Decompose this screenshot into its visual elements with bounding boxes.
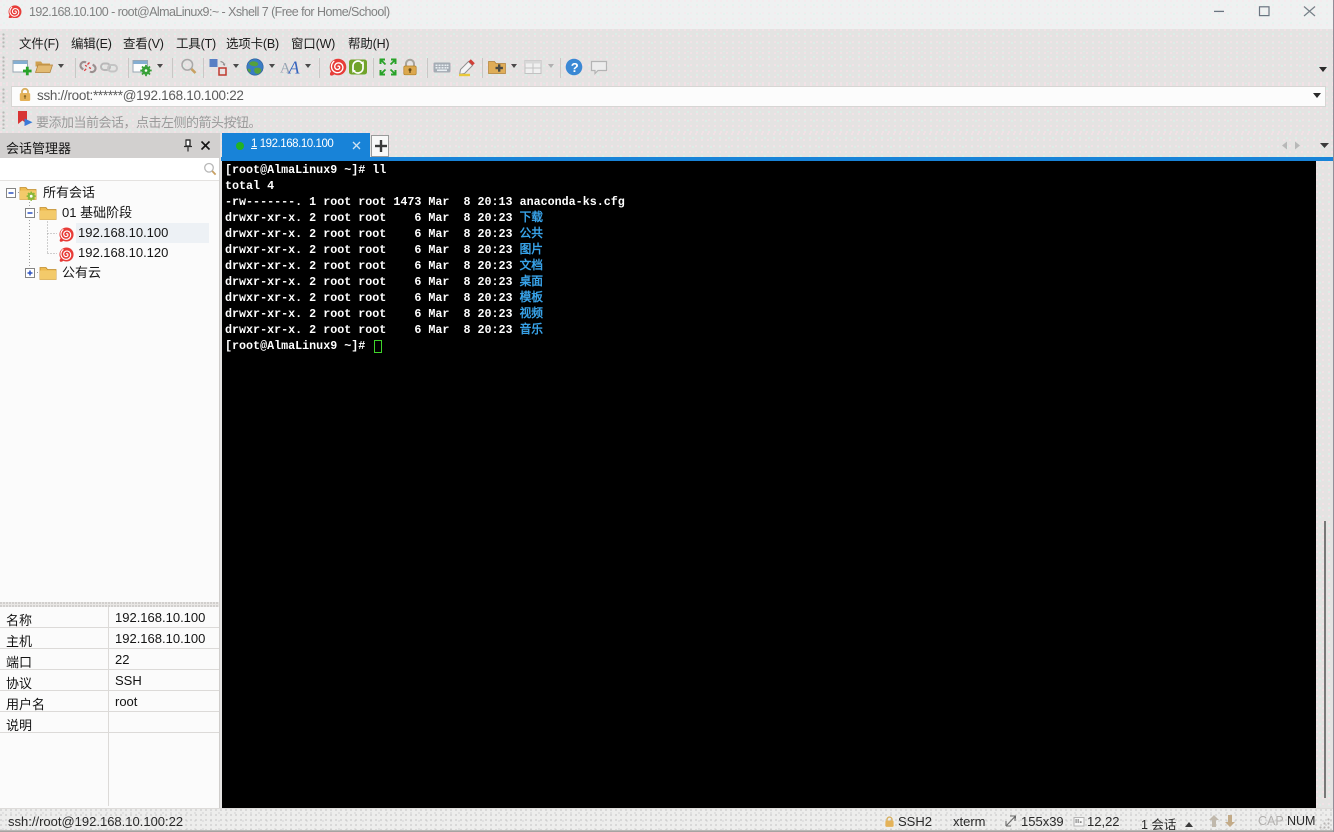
svg-text:A: A [288, 58, 301, 78]
svg-text:?: ? [571, 60, 579, 75]
